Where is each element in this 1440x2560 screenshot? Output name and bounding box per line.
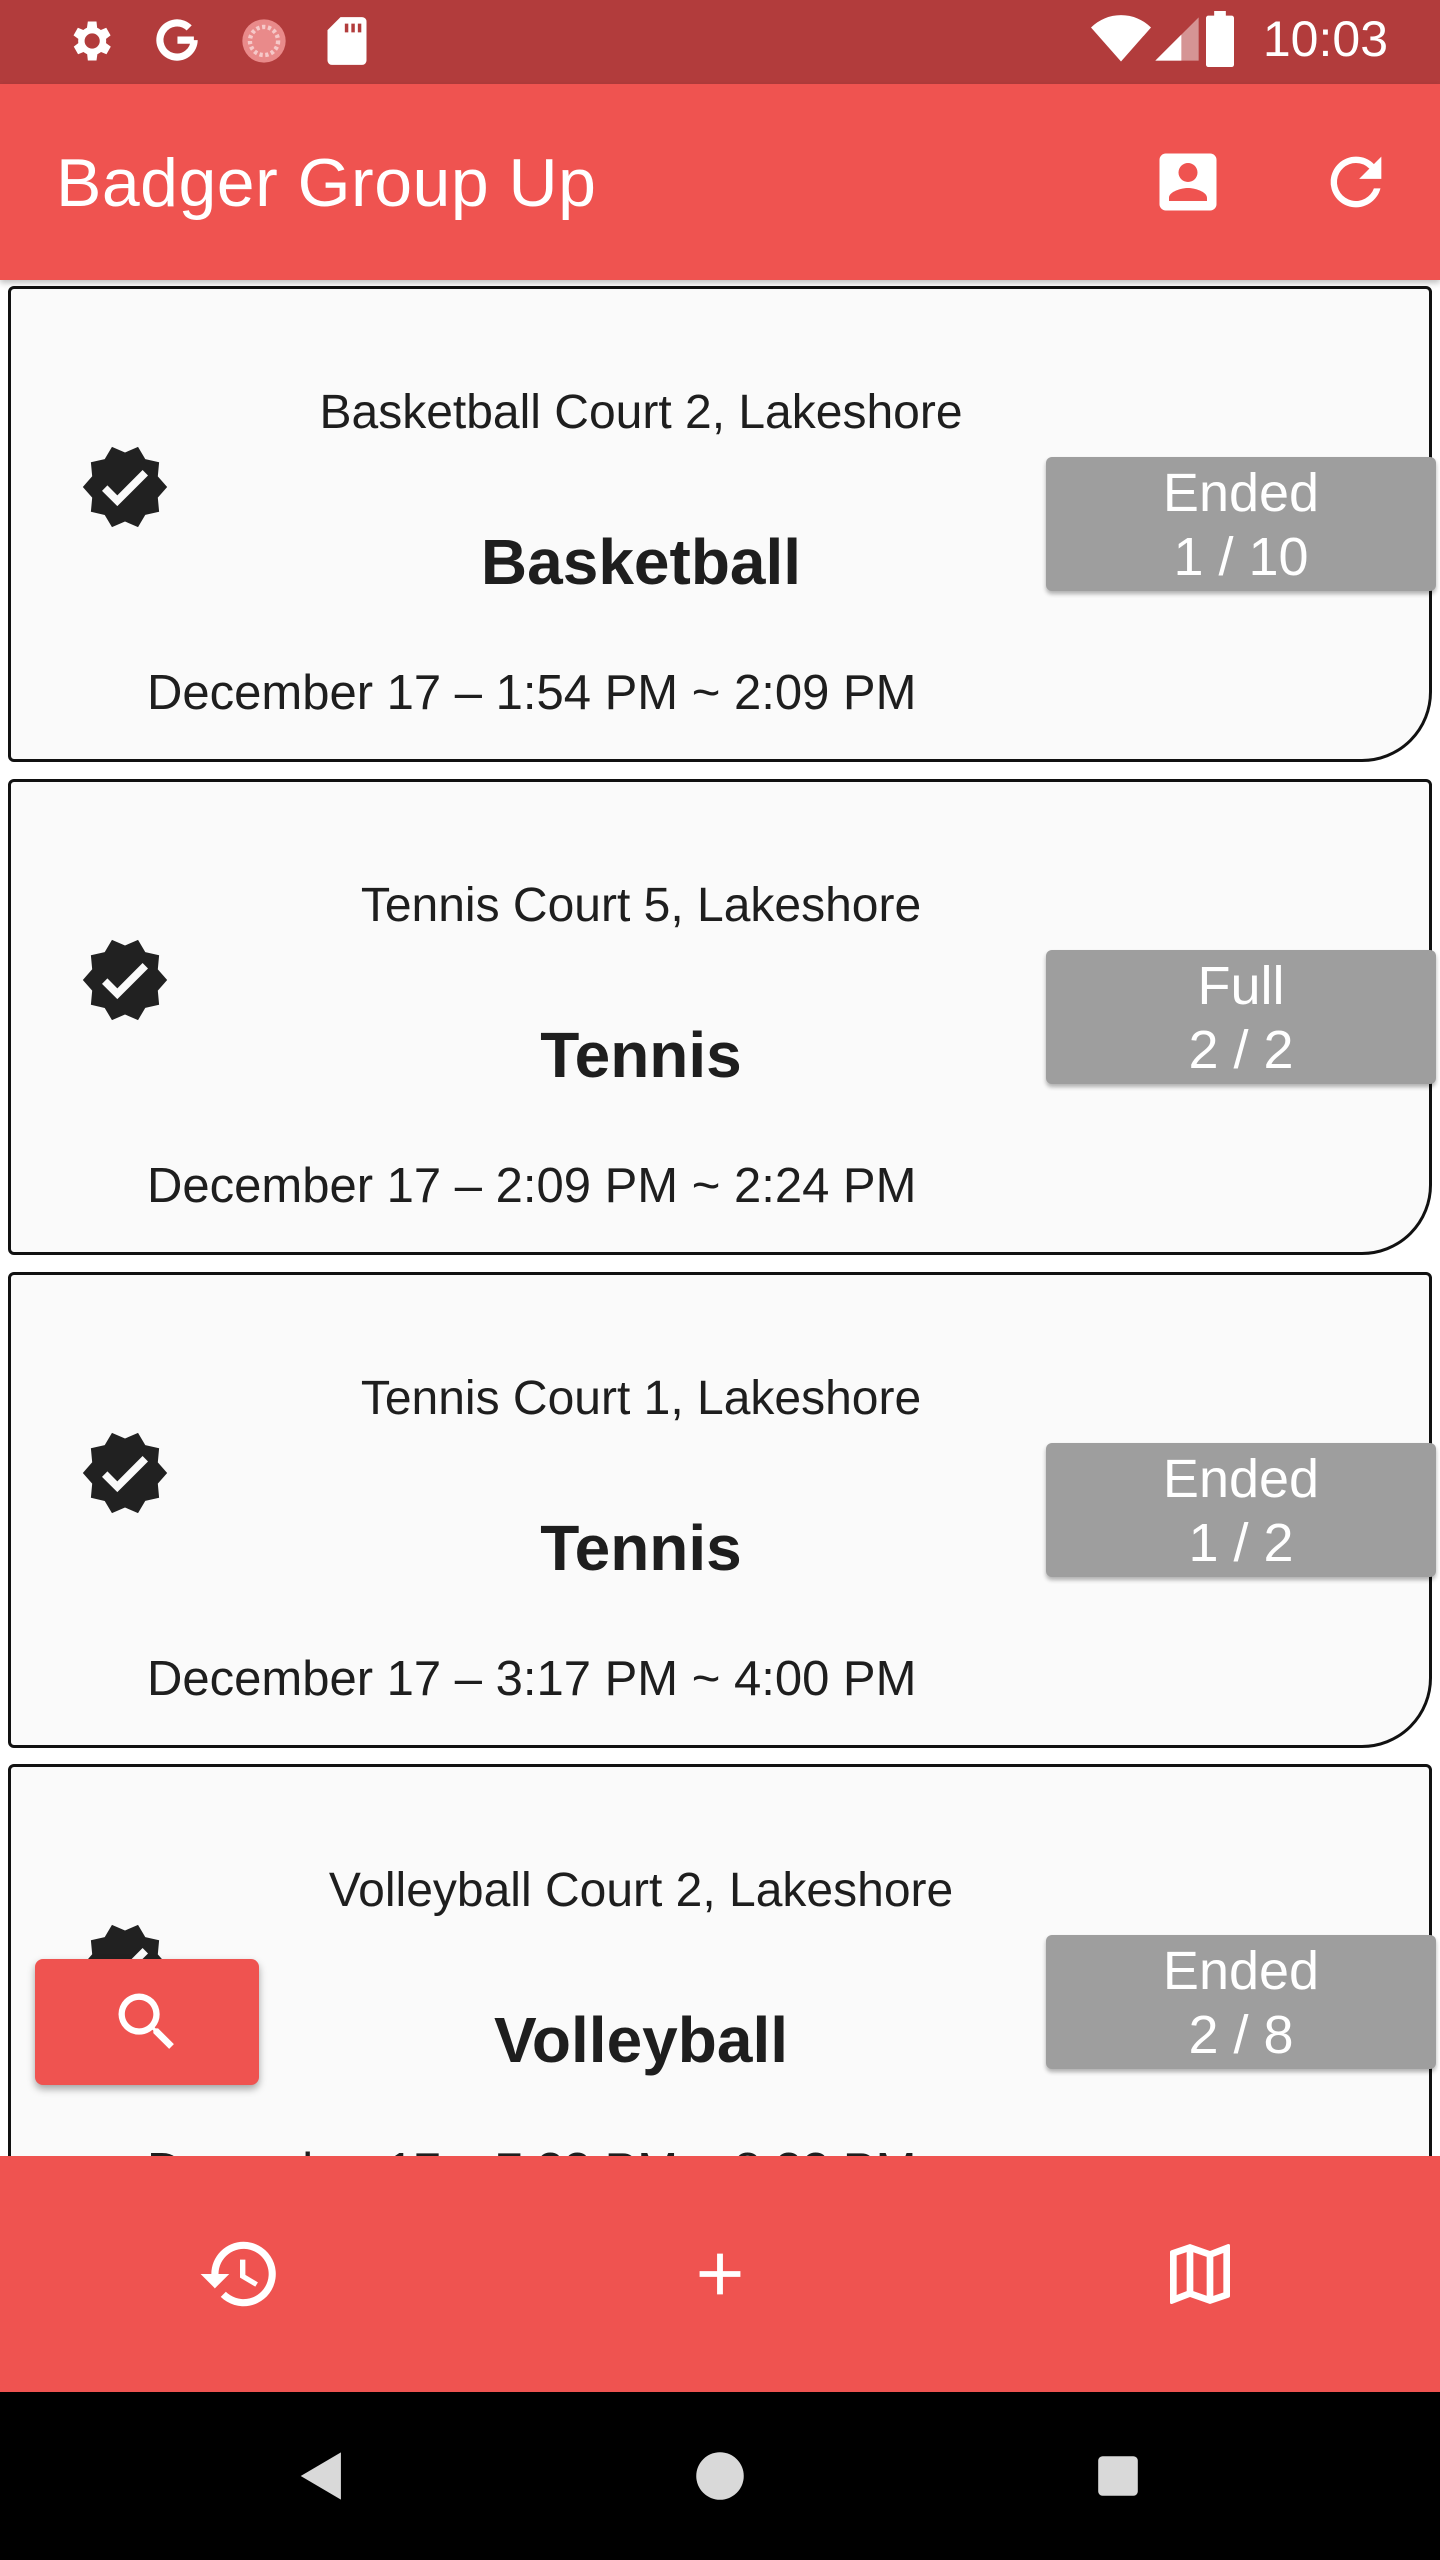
history-button[interactable]: [190, 2224, 290, 2324]
search-button[interactable]: [35, 1959, 259, 2085]
event-time: December 17 – 1:54 PM ~ 2:09 PM: [147, 666, 917, 720]
event-status-button[interactable]: Ended 1 / 10: [1046, 457, 1436, 591]
event-status: Full: [1197, 956, 1285, 1016]
event-sport: Tennis: [540, 1019, 742, 1091]
account-button[interactable]: [1148, 142, 1228, 222]
status-time: 10:03: [1262, 11, 1388, 67]
event-card[interactable]: Tennis Court 5, Lakeshore Tennis Decembe…: [8, 779, 1436, 1255]
back-icon: [300, 2452, 341, 2500]
event-location: Volleyball Court 2, Lakeshore: [328, 1864, 954, 1917]
event-list[interactable]: Basketball Court 2, Lakeshore Basketball…: [0, 280, 1440, 2156]
event-location: Tennis Court 1, Lakeshore: [360, 1372, 922, 1425]
status-bar: 10:03: [0, 0, 1440, 84]
event-card[interactable]: Tennis Court 1, Lakeshore Tennis Decembe…: [8, 1272, 1436, 1748]
event-sport: Basketball: [480, 526, 802, 598]
event-location: Basketball Court 2, Lakeshore: [319, 386, 963, 439]
system-nav-bar: [0, 2392, 1440, 2560]
event-participant-count: 1 / 10: [1173, 527, 1309, 587]
wifi-icon: [1090, 15, 1151, 62]
verified-check-icon: [82, 446, 168, 528]
verified-check-icon: [82, 1432, 168, 1514]
recents-button[interactable]: [1076, 2434, 1160, 2518]
history-icon: [200, 2241, 276, 2307]
battery-icon: [1205, 11, 1234, 67]
account-icon: [1159, 153, 1217, 211]
sync-icon: [242, 19, 286, 63]
map-button[interactable]: [1150, 2224, 1250, 2324]
add-button[interactable]: [670, 2224, 770, 2324]
event-participant-count: 2 / 8: [1188, 2005, 1294, 2065]
event-status-button[interactable]: Ended 1 / 2: [1046, 1443, 1436, 1577]
event-sport: Tennis: [540, 1512, 742, 1584]
event-time: December 17 – 2:09 PM ~ 2:24 PM: [147, 1159, 917, 1213]
event-status-button[interactable]: Ended 2 / 8: [1046, 1935, 1436, 2069]
home-button[interactable]: [678, 2434, 762, 2518]
event-status-button[interactable]: Full 2 / 2: [1046, 950, 1436, 1084]
event-status: Ended: [1162, 1449, 1320, 1509]
bottom-nav: [0, 2156, 1440, 2392]
event-status: Ended: [1162, 1941, 1320, 2001]
home-icon: [696, 2452, 744, 2500]
event-time: December 17 – 3:17 PM ~ 4:00 PM: [147, 1652, 917, 1706]
map-icon: [1170, 2244, 1230, 2304]
event-location: Tennis Court 5, Lakeshore: [360, 879, 922, 932]
add-icon: [699, 2253, 741, 2295]
sd-card-icon: [327, 17, 367, 65]
refresh-button[interactable]: [1316, 142, 1396, 222]
status-left-icons: [64, 14, 404, 68]
app-bar: Badger Group Up: [0, 84, 1440, 280]
event-card[interactable]: Basketball Court 2, Lakeshore Basketball…: [8, 286, 1436, 762]
verified-check-icon: [82, 939, 168, 1021]
settings-icon: [73, 21, 111, 61]
status-right-icons: 10:03: [1090, 10, 1388, 68]
search-icon: [118, 1993, 174, 2049]
event-status: Ended: [1162, 463, 1320, 523]
event-time: December 17 – 7:23 PM ~ 8:23 PM: [147, 2143, 916, 2156]
recents-icon: [1098, 2456, 1138, 2496]
back-button[interactable]: [280, 2434, 364, 2518]
refresh-icon: [1330, 156, 1382, 208]
event-participant-count: 1 / 2: [1188, 1513, 1294, 1573]
event-sport: Volleyball: [493, 2004, 789, 2076]
event-participant-count: 2 / 2: [1188, 1020, 1294, 1080]
google-icon: [156, 19, 198, 61]
signal-icon: [1155, 17, 1199, 61]
app-title: Badger Group Up: [56, 145, 597, 221]
